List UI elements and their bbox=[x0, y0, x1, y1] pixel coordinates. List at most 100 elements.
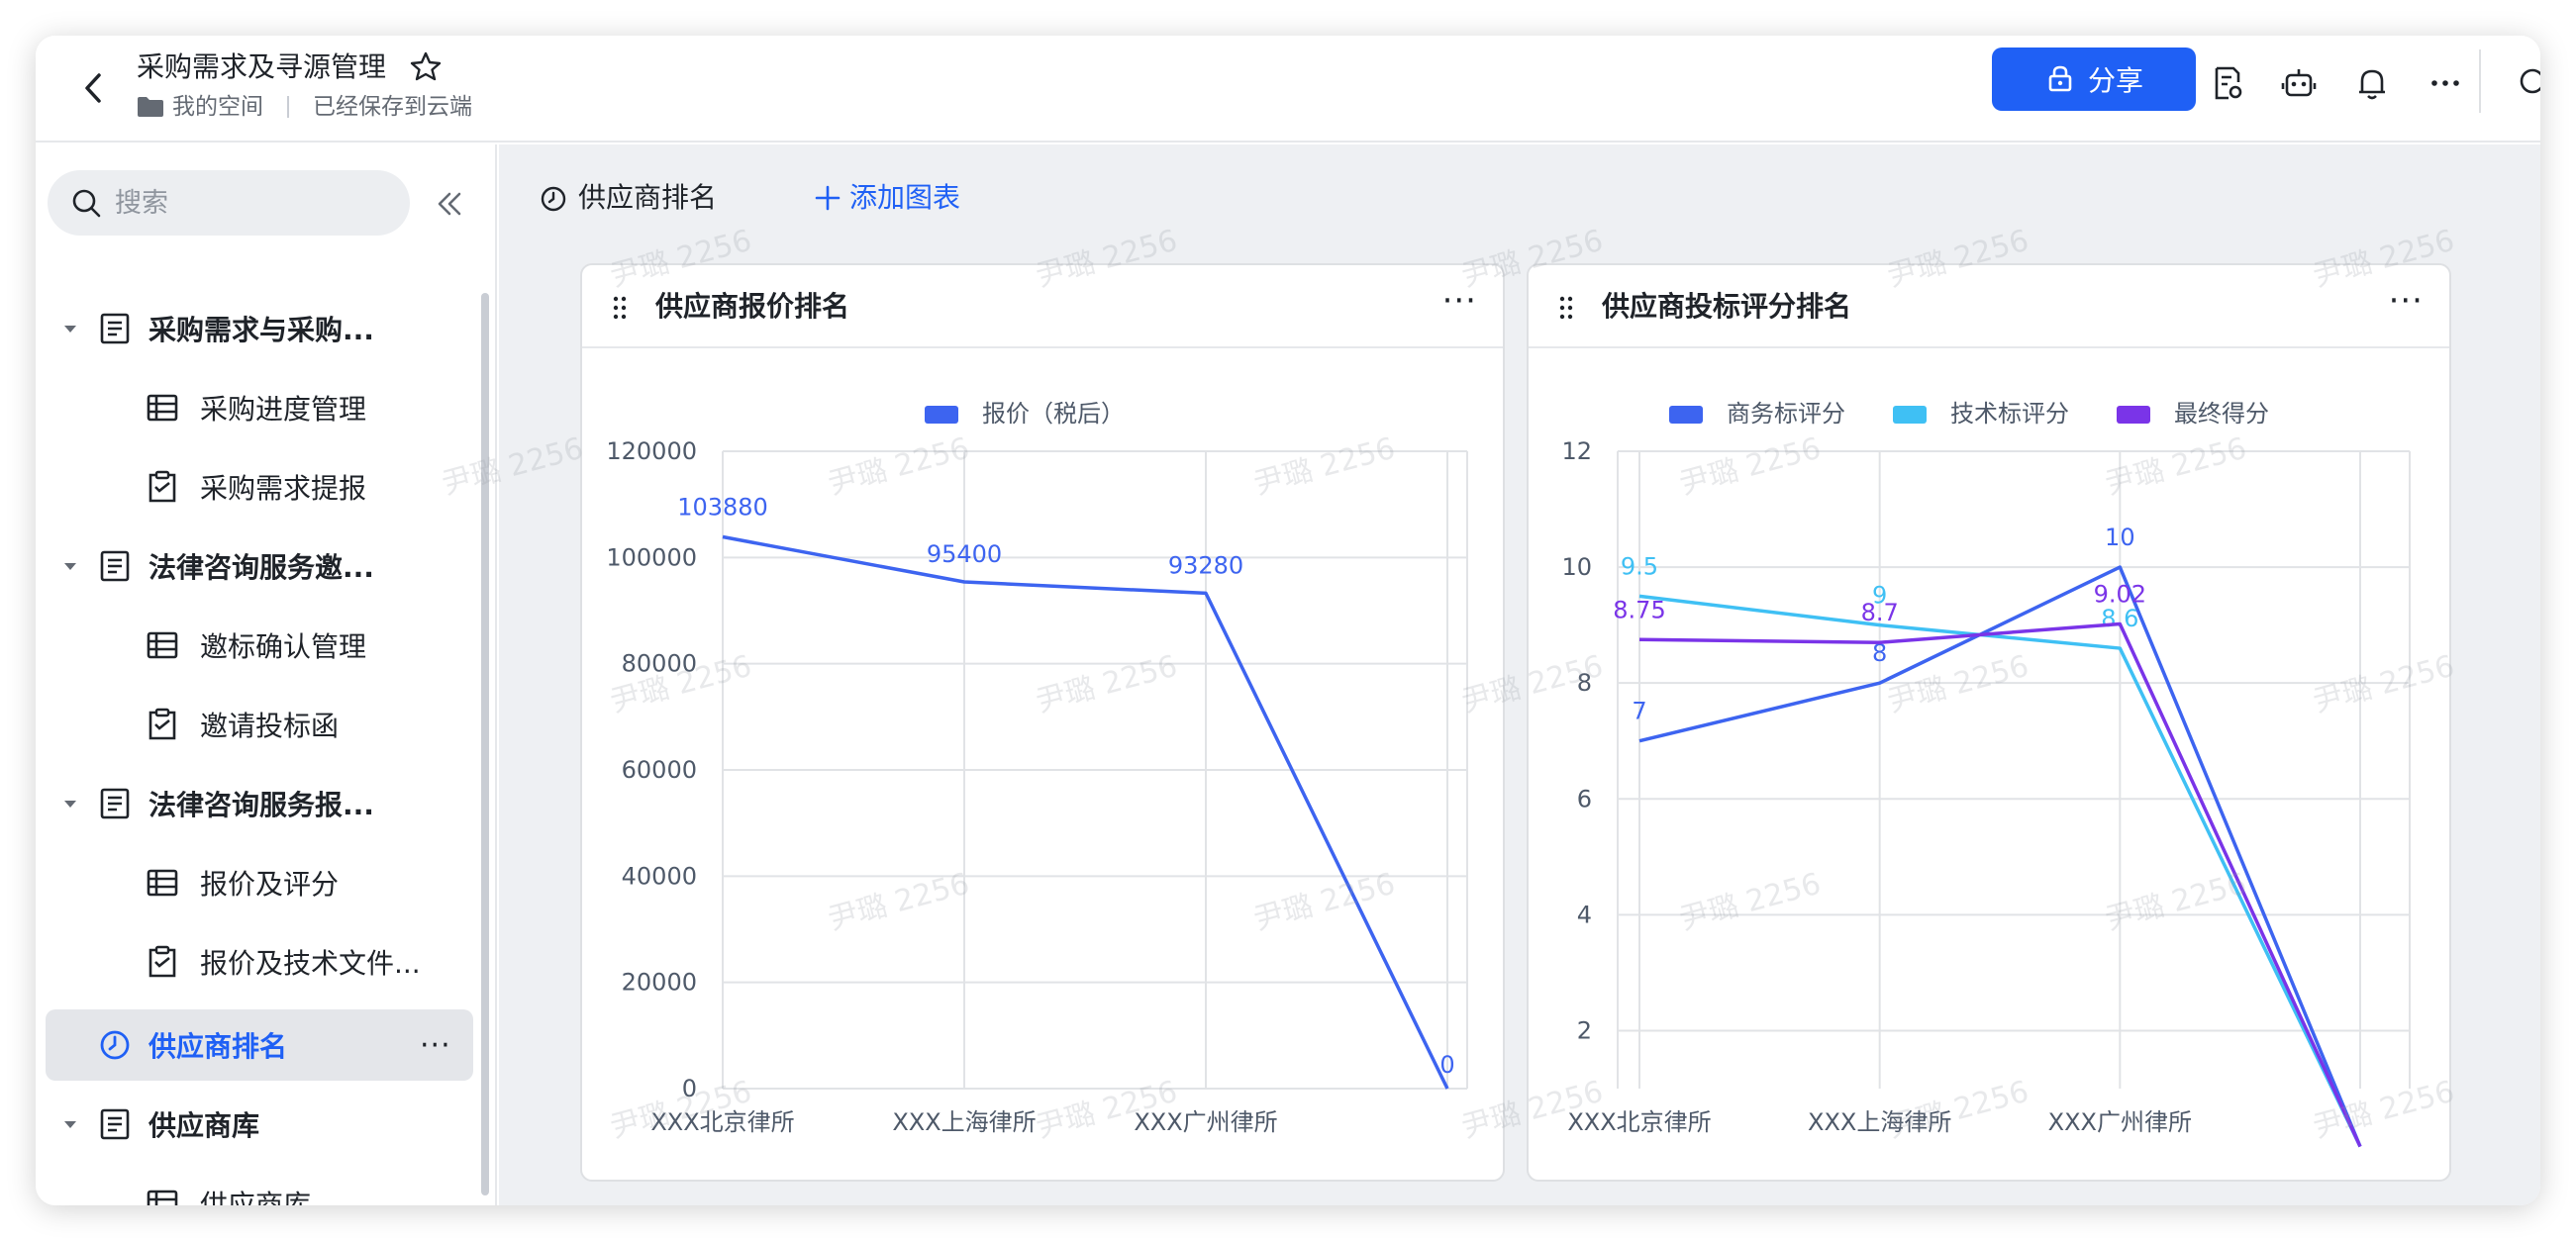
legend-label: 商务标评分 bbox=[1727, 400, 1845, 428]
back-icon[interactable] bbox=[69, 63, 119, 113]
price-chart: 报价（税后） 0 20000 40000 60000 80000 100000 120000 X… bbox=[606, 400, 1468, 1136]
sidebar-scrollbar[interactable] bbox=[481, 293, 489, 1195]
legend-item: 最终得分 bbox=[2117, 400, 2269, 428]
sidebar-item-label: 法律咨询服务邀... bbox=[149, 551, 374, 584]
data-label: 8.7 bbox=[1861, 599, 1899, 626]
chart-menu-button[interactable]: ··· bbox=[1442, 279, 1477, 323]
sidebar-group[interactable]: 采购需求与采购... bbox=[36, 293, 471, 364]
legend-swatch bbox=[1893, 406, 1927, 424]
sidebar-item-label: 采购需求提报 bbox=[200, 472, 367, 505]
caret-down-icon[interactable] bbox=[61, 557, 79, 575]
sidebar-item[interactable]: 采购需求提报 bbox=[36, 451, 471, 523]
save-status: 已经保存到云端 bbox=[313, 94, 472, 120]
caret-down-icon[interactable] bbox=[61, 1115, 79, 1133]
bell-icon[interactable] bbox=[2348, 59, 2396, 107]
legend-label: 报价（税后） bbox=[982, 400, 1125, 428]
legend-swatch bbox=[1669, 406, 1703, 424]
legend-label: 最终得分 bbox=[2174, 400, 2269, 428]
sidebar-item[interactable]: 供应商库 bbox=[36, 1168, 471, 1205]
form-icon bbox=[145, 469, 180, 505]
dashboard-main: 供应商排名 添加图表 供应商报价排名 ··· 报价（税后） 0 20000 40000… bbox=[439, 144, 2540, 1205]
more-icon[interactable] bbox=[2422, 59, 2469, 107]
sidebar-item-label: 采购进度管理 bbox=[200, 393, 367, 426]
series-line bbox=[1638, 594, 2362, 1148]
sidebar-item-label: 供应商排名 bbox=[149, 1030, 288, 1063]
space-link[interactable]: 我的空间 bbox=[172, 87, 263, 127]
chart-menu-button[interactable]: ··· bbox=[2389, 279, 2424, 323]
dashboard-title: 供应商排名 bbox=[578, 181, 718, 214]
sidebar-item-label: 采购需求与采购... bbox=[149, 314, 374, 346]
share-button[interactable]: 分享 bbox=[1992, 48, 2196, 111]
y-tick-label: 0 bbox=[682, 1075, 697, 1102]
caret-down-icon[interactable] bbox=[61, 795, 79, 812]
folder-icon bbox=[138, 97, 163, 117]
caret-down-icon[interactable] bbox=[61, 320, 79, 337]
form-icon bbox=[145, 707, 180, 742]
drag-handle-icon[interactable] bbox=[1558, 295, 1574, 321]
x-tick-label: XXX上海律所 bbox=[1808, 1108, 1951, 1136]
y-tick-label: 4 bbox=[1577, 901, 1592, 928]
sidebar-item-label: 报价及评分 bbox=[200, 868, 340, 901]
sidebar-item-label: 供应商库 bbox=[200, 1189, 312, 1205]
sidebar-item[interactable]: 报价及技术文件... bbox=[36, 926, 471, 998]
search-input[interactable] bbox=[115, 187, 392, 219]
x-tick-label: XXX北京律所 bbox=[650, 1108, 794, 1136]
share-label: 分享 bbox=[2087, 64, 2143, 97]
legend-item: 报价（税后） bbox=[925, 400, 1125, 428]
sidebar-group[interactable]: 供应商库 bbox=[36, 1089, 471, 1160]
sidebar-item[interactable]: 邀标确认管理 bbox=[36, 610, 471, 681]
table-icon bbox=[145, 865, 180, 901]
x-tick-label: XXX上海律所 bbox=[892, 1108, 1036, 1136]
sidebar: 采购需求与采购... 采购进度管理采购需求提报法律咨询服务邀... 邀标确认管理邀请… bbox=[36, 144, 497, 1205]
legend-swatch bbox=[2117, 406, 2150, 424]
add-chart-label: 添加图表 bbox=[849, 181, 961, 214]
table-icon bbox=[145, 627, 180, 663]
table-icon bbox=[145, 1186, 180, 1205]
x-tick-label: XXX广州律所 bbox=[1134, 1108, 1277, 1136]
sidebar-item-label: 法律咨询服务报... bbox=[149, 789, 374, 821]
sidebar-item[interactable]: 报价及评分 bbox=[36, 847, 471, 918]
sidebar-item-label: 报价及技术文件... bbox=[200, 947, 421, 980]
item-more-icon[interactable]: ··· bbox=[420, 1028, 451, 1063]
y-tick-label: 40000 bbox=[622, 862, 697, 890]
y-tick-label: 10 bbox=[1561, 553, 1592, 581]
data-label: 9.5 bbox=[1621, 552, 1658, 580]
chart-card-header: 供应商投标评分排名 ··· bbox=[1529, 265, 2449, 348]
collapse-sidebar-icon[interactable] bbox=[430, 184, 469, 224]
x-tick-label: XXX广州律所 bbox=[2048, 1108, 2192, 1136]
star-icon[interactable] bbox=[406, 48, 446, 87]
sidebar-item[interactable]: 邀请投标函 bbox=[36, 689, 471, 760]
chart-card-price: 供应商报价排名 ··· 报价（税后） 0 20000 40000 60000 80000 1… bbox=[580, 263, 1505, 1182]
y-tick-label: 12 bbox=[1561, 437, 1592, 465]
y-tick-label: 120000 bbox=[606, 437, 697, 465]
legend-swatch bbox=[925, 406, 958, 424]
data-label: 8.6 bbox=[2101, 605, 2138, 632]
sidebar-item[interactable]: 采购进度管理 bbox=[36, 372, 471, 443]
form-icon bbox=[145, 944, 180, 980]
sidebar-item-label: 邀标确认管理 bbox=[200, 630, 367, 663]
search-icon[interactable] bbox=[2507, 59, 2540, 107]
series-line bbox=[1638, 565, 2362, 1148]
document-settings-icon[interactable] bbox=[2204, 59, 2251, 107]
sidebar-item[interactable]: 供应商排名 ··· bbox=[46, 1009, 473, 1081]
data-label: 8.75 bbox=[1613, 596, 1665, 623]
data-label: 7 bbox=[1632, 698, 1646, 725]
document-icon bbox=[97, 786, 133, 821]
sidebar-item-label: 供应商库 bbox=[149, 1109, 260, 1142]
dashboard-icon bbox=[97, 1027, 133, 1063]
y-tick-label: 60000 bbox=[622, 756, 697, 784]
drag-handle-icon[interactable] bbox=[612, 295, 628, 321]
breadcrumb: 我的空间 已经保存到云端 bbox=[137, 87, 472, 127]
document-title[interactable]: 采购需求及寻源管理 bbox=[137, 46, 386, 89]
sidebar-group[interactable]: 法律咨询服务报... bbox=[36, 768, 471, 839]
y-tick-label: 2 bbox=[1577, 1016, 1592, 1044]
data-label: 93280 bbox=[1168, 551, 1243, 579]
sidebar-group[interactable]: 法律咨询服务邀... bbox=[36, 530, 471, 602]
search-icon bbox=[72, 189, 101, 218]
add-chart-button[interactable]: 添加图表 bbox=[814, 174, 960, 222]
plus-icon bbox=[815, 185, 841, 211]
robot-icon[interactable] bbox=[2275, 59, 2323, 107]
search-box[interactable] bbox=[48, 170, 410, 236]
header-divider bbox=[2479, 49, 2481, 113]
y-tick-label: 8 bbox=[1577, 669, 1592, 697]
